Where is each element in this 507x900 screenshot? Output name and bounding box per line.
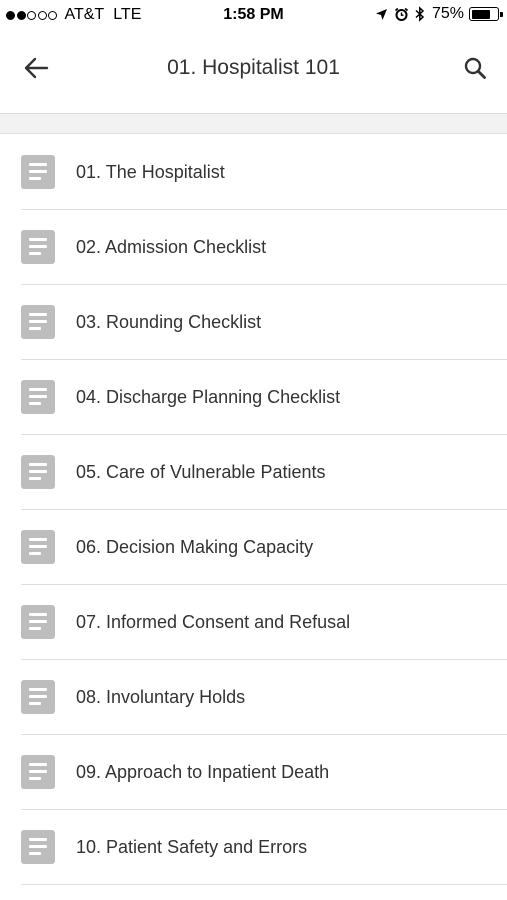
battery-percentage: 75% [431, 5, 464, 22]
bluetooth-icon [415, 6, 425, 22]
list-item[interactable]: 09. Approach to Inpatient Death [0, 735, 507, 810]
list-item-label: 04. Discharge Planning Checklist [76, 387, 341, 407]
list-item[interactable]: 02. Admission Checklist [0, 210, 507, 285]
list-item-label: 03. Rounding Checklist [76, 312, 262, 332]
list-item[interactable]: 07. Informed Consent and Refusal [0, 585, 507, 660]
screen: AT&T LTE 1:58 PM 75% 01. Hospitalist 101… [0, 0, 507, 900]
document-icon [21, 305, 55, 339]
list-item-label: 10. Patient Safety and Errors [76, 837, 308, 857]
list-item[interactable]: 01. The Hospitalist [0, 135, 507, 210]
list-item[interactable]: 10. Patient Safety and Errors [0, 810, 507, 885]
list-item-label: 06. Decision Making Capacity [76, 537, 314, 557]
list-item-label: 01. The Hospitalist [76, 162, 225, 182]
list-item[interactable]: 05. Care of Vulnerable Patients [0, 435, 507, 510]
document-icon [21, 155, 55, 189]
section-spacer [0, 114, 507, 134]
document-icon [21, 230, 55, 264]
divider [21, 884, 507, 885]
list-item-label: 05. Care of Vulnerable Patients [76, 462, 326, 482]
alarm-clock-icon [394, 7, 409, 21]
list-item[interactable]: 04. Discharge Planning Checklist [0, 360, 507, 435]
search-button[interactable] [453, 48, 497, 88]
document-icon [21, 455, 55, 489]
document-icon [21, 605, 55, 639]
search-icon [464, 57, 486, 79]
app-bar: 01. Hospitalist 101 [0, 32, 507, 112]
location-arrow-icon [375, 8, 387, 20]
list-item-label: 09. Approach to Inpatient Death [76, 762, 330, 782]
list-item[interactable]: 08. Involuntary Holds [0, 660, 507, 735]
list-item-label: 02. Admission Checklist [76, 237, 267, 257]
document-icon [21, 830, 55, 864]
battery-level-fill [471, 9, 491, 19]
page-title: 01. Hospitalist 101 [167, 56, 340, 79]
list-item-label: 08. Involuntary Holds [76, 687, 246, 707]
status-right: 75% [369, 5, 503, 23]
battery-cap [500, 11, 503, 17]
chapter-list: 01. The Hospitalist 02. Admission Checkl… [0, 135, 507, 885]
list-item[interactable]: 06. Decision Making Capacity [0, 510, 507, 585]
status-bar: AT&T LTE 1:58 PM 75% [0, 0, 507, 32]
document-icon [21, 530, 55, 564]
battery-icon [469, 7, 503, 21]
document-icon [21, 380, 55, 414]
list-item-label: 07. Informed Consent and Refusal [76, 612, 351, 632]
list-item[interactable]: 03. Rounding Checklist [0, 285, 507, 360]
document-icon [21, 680, 55, 714]
document-icon [21, 755, 55, 789]
